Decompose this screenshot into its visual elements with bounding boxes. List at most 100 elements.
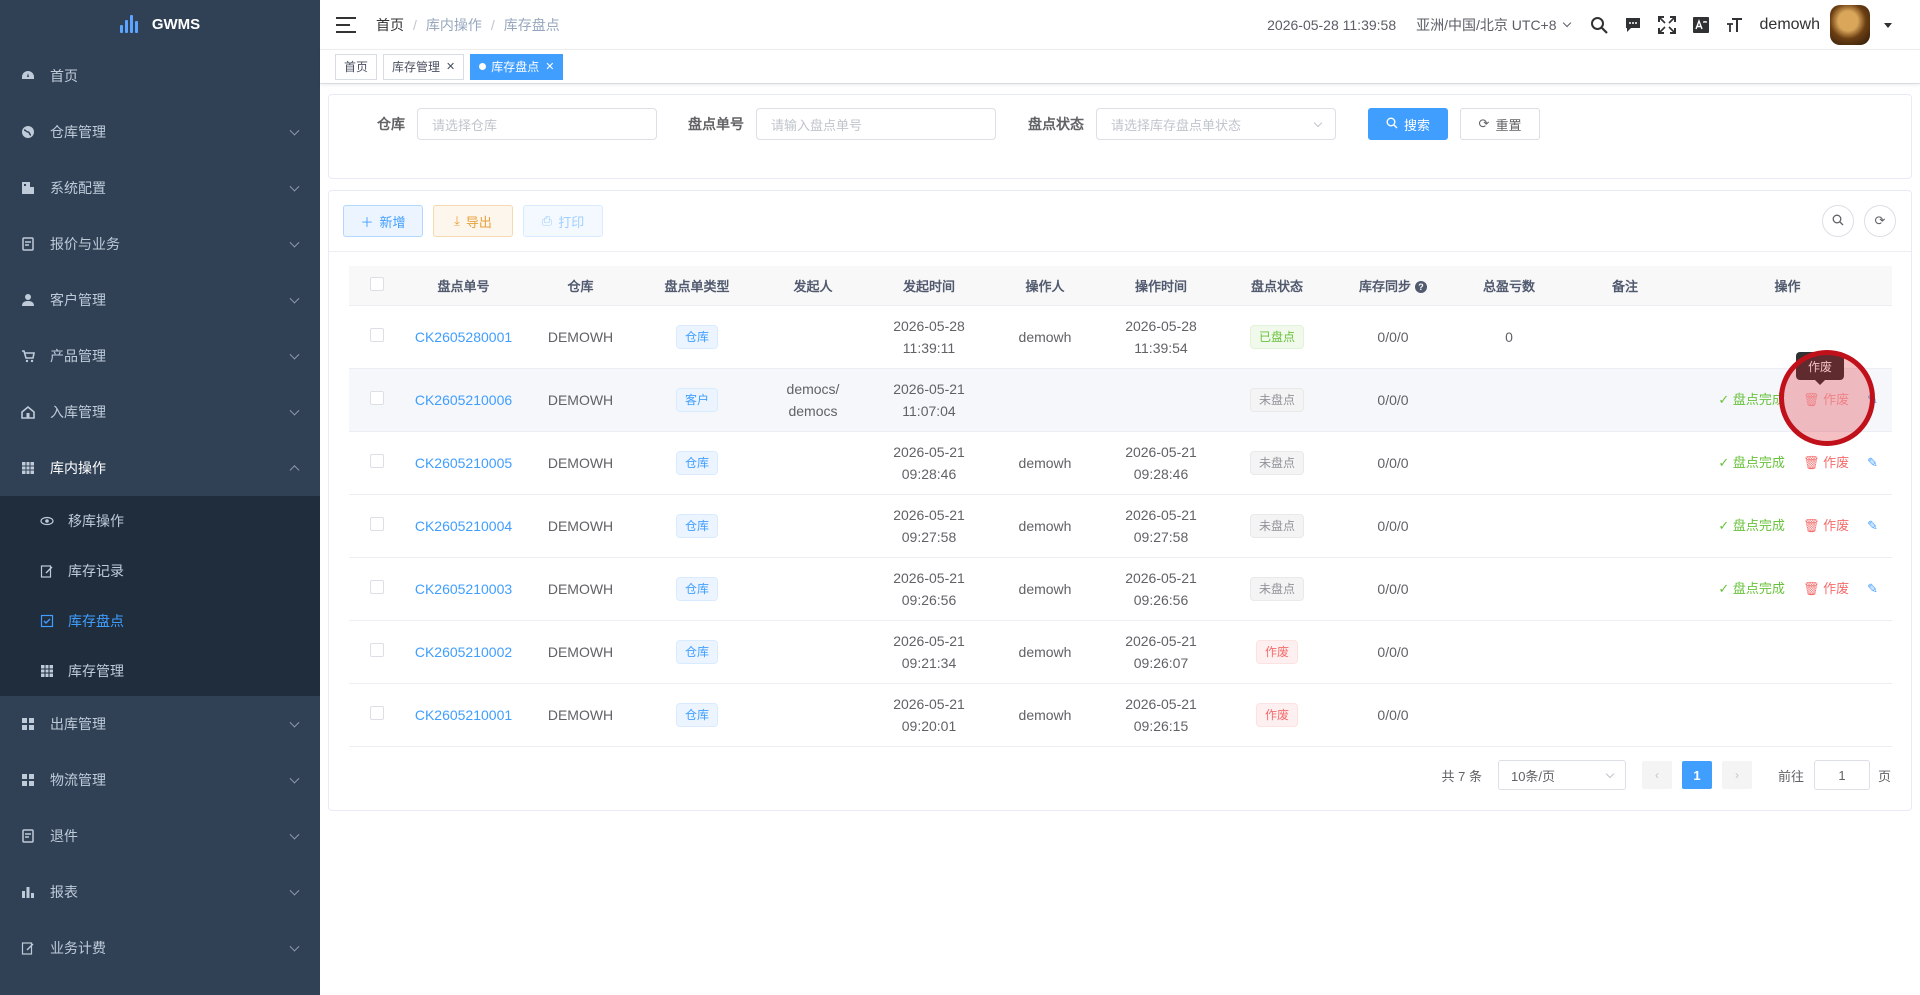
sidebar-item-inbound[interactable]: 入库管理 — [0, 384, 320, 440]
table-row[interactable]: CK2605210005 DEMOWH 仓库 2026-05-21 09:28:46 de… — [349, 432, 1892, 495]
table-row[interactable]: CK2605210006 DEMOWH 客户 democs/democs 2026-05… — [349, 369, 1892, 432]
toggle-search-button[interactable] — [1822, 205, 1854, 237]
message-icon[interactable] — [1616, 0, 1650, 50]
row-checkbox[interactable] — [370, 643, 384, 657]
row-checkbox[interactable] — [370, 517, 384, 531]
page-number-current[interactable]: 1 — [1681, 761, 1712, 789]
avatar[interactable] — [1830, 5, 1870, 45]
complete-stocktake-button[interactable]: ✓ 盘点完成 — [1718, 452, 1785, 474]
sidebar-item-home[interactable]: 首页 — [0, 48, 320, 104]
building-icon — [20, 180, 36, 196]
next-page-button[interactable]: › — [1721, 761, 1752, 789]
hamburger-icon[interactable] — [336, 16, 356, 33]
chevron-down-icon — [1562, 18, 1571, 28]
refresh-icon: ⟳ — [1478, 116, 1490, 131]
void-button[interactable]: 🗑 作废 — [1803, 515, 1849, 537]
stocktake-no-link[interactable]: CK2605210001 — [415, 707, 512, 723]
refresh-button[interactable]: ⟳ — [1864, 205, 1896, 237]
table-row[interactable]: CK2605210001 DEMOWH 仓库 2026-05-21 09:20:01 de… — [349, 684, 1892, 747]
column-header: 仓库 — [567, 279, 594, 294]
row-checkbox[interactable] — [370, 391, 384, 405]
sidebar-item-billing[interactable]: 业务计费 — [0, 920, 320, 976]
sidebar-item-logistics[interactable]: 物流管理 — [0, 752, 320, 808]
font-size-icon[interactable] — [1718, 0, 1752, 50]
stocktake-no-link[interactable]: CK2605280001 — [415, 329, 512, 345]
edit-icon[interactable]: ✎ — [1867, 452, 1878, 474]
click-highlight — [1779, 350, 1875, 446]
breadcrumb-separator: / — [490, 16, 495, 33]
actions-cell: ✓ 盘点完成 🗑 作废 ✎ — [1683, 578, 1892, 600]
sidebar-item-system[interactable]: 系统配置 — [0, 160, 320, 216]
row-checkbox[interactable] — [370, 580, 384, 594]
order-no-label: 盘点单号 — [688, 116, 744, 132]
complete-stocktake-button[interactable]: ✓ 盘点完成 — [1718, 578, 1785, 600]
row-checkbox[interactable] — [370, 706, 384, 720]
complete-stocktake-button[interactable]: ✓ 盘点完成 — [1718, 389, 1785, 411]
reset-button[interactable]: ⟳ 重置 — [1460, 108, 1540, 140]
tag-stocktake[interactable]: 库存盘点 ✕ — [470, 53, 564, 80]
sidebar-item-inventory-ops[interactable]: 库内操作 — [0, 440, 320, 496]
stocktake-table: 盘点单号 仓库 盘点单类型 发起人 发起时间 操作人 操作时间 盘点状态 库存同… — [349, 266, 1892, 747]
sidebar-item-reports[interactable]: 报表 — [0, 864, 320, 920]
plus-icon: ＋ — [360, 214, 374, 230]
sidebar-subitem-transfer[interactable]: 移库操作 — [0, 496, 320, 546]
prev-page-button[interactable]: ‹ — [1641, 761, 1672, 789]
breadcrumb-item-home[interactable]: 首页 — [376, 15, 404, 35]
close-icon[interactable]: ✕ — [545, 60, 554, 73]
translate-icon[interactable] — [1684, 0, 1718, 50]
search-icon[interactable] — [1582, 0, 1616, 50]
order-no-input[interactable]: 请输入盘点单号 — [756, 108, 996, 140]
void-button[interactable]: 🗑 作废 — [1803, 452, 1849, 474]
sidebar-subitem-stocktake[interactable]: 库存盘点 — [0, 596, 320, 646]
edit-icon[interactable]: ✎ — [1867, 515, 1878, 537]
init-time-cell: 2026-05-21 11:07:04 — [871, 378, 987, 422]
form-icon — [20, 236, 36, 252]
sidebar-item-label: 报表 — [50, 884, 78, 900]
close-icon[interactable]: ✕ — [446, 60, 455, 73]
fullscreen-icon[interactable] — [1650, 0, 1684, 50]
sidebar-item-customer[interactable]: 客户管理 — [0, 272, 320, 328]
caret-down-icon[interactable] — [1884, 22, 1892, 28]
timezone-select[interactable]: 亚洲/中国/北京 UTC+8 — [1416, 15, 1571, 35]
page-size-select[interactable]: 10条/页 — [1497, 760, 1626, 790]
op-date: 2026-05-28 — [1125, 318, 1197, 334]
export-button[interactable]: ⤓ 导出 — [433, 205, 513, 237]
tag-home[interactable]: 首页 — [335, 53, 378, 80]
sidebar-item-product[interactable]: 产品管理 — [0, 328, 320, 384]
sidebar-item-warehouse[interactable]: 仓库管理 — [0, 104, 320, 160]
warehouse-select[interactable]: 请选择仓库 — [417, 108, 657, 140]
sidebar-item-returns[interactable]: 退件 — [0, 808, 320, 864]
goto-page-input[interactable]: 1 — [1813, 760, 1870, 790]
select-all-checkbox[interactable] — [370, 277, 384, 291]
table-row[interactable]: CK2605210002 DEMOWH 仓库 2026-05-21 09:21:34 de… — [349, 621, 1892, 684]
edit-icon[interactable]: ✎ — [1867, 578, 1878, 600]
stocktake-no-link[interactable]: CK2605210002 — [415, 644, 512, 660]
status-select[interactable]: 请选择库存盘点单状态 — [1096, 108, 1336, 140]
table-row[interactable]: CK2605280001 DEMOWH 仓库 2026-05-28 11:39:11 de… — [349, 306, 1892, 369]
row-checkbox[interactable] — [370, 328, 384, 342]
stocktake-no-link[interactable]: CK2605210005 — [415, 455, 512, 471]
actions-cell: ✓ 盘点完成 🗑 作废 ✎ — [1683, 452, 1892, 474]
stocktake-no-link[interactable]: CK2605210004 — [415, 518, 512, 534]
sidebar-item-outbound[interactable]: 出库管理 — [0, 696, 320, 752]
print-button[interactable]: ⎙ 打印 — [523, 205, 603, 237]
sync-cell: 0/0/0 — [1377, 455, 1409, 471]
table-row[interactable]: CK2605210003 DEMOWH 仓库 2026-05-21 09:26:56 de… — [349, 558, 1892, 621]
sidebar-item-quote[interactable]: 报价与业务 — [0, 216, 320, 272]
tag-stock-management[interactable]: 库存管理 ✕ — [383, 53, 465, 80]
stocktake-no-link[interactable]: CK2605210003 — [415, 581, 512, 597]
username[interactable]: demowh — [1760, 16, 1820, 34]
sidebar-subitem-stock-management[interactable]: 库存管理 — [0, 646, 320, 696]
sidebar-subitem-records[interactable]: 库存记录 — [0, 546, 320, 596]
app-logo[interactable]: GWMS — [0, 0, 320, 48]
stocktake-no-link[interactable]: CK2605210006 — [415, 392, 512, 408]
add-button[interactable]: ＋ 新增 — [343, 205, 423, 237]
row-checkbox[interactable] — [370, 454, 384, 468]
question-icon[interactable]: ? — [1415, 281, 1427, 293]
complete-stocktake-button[interactable]: ✓ 盘点完成 — [1718, 515, 1785, 537]
table-row[interactable]: CK2605210004 DEMOWH 仓库 2026-05-21 09:27:58 de… — [349, 495, 1892, 558]
search-button[interactable]: 搜索 — [1368, 108, 1448, 140]
sidebar-item-label: 业务计费 — [50, 940, 106, 956]
void-button[interactable]: 🗑 作废 — [1803, 578, 1849, 600]
op-time-cell — [1103, 389, 1219, 411]
